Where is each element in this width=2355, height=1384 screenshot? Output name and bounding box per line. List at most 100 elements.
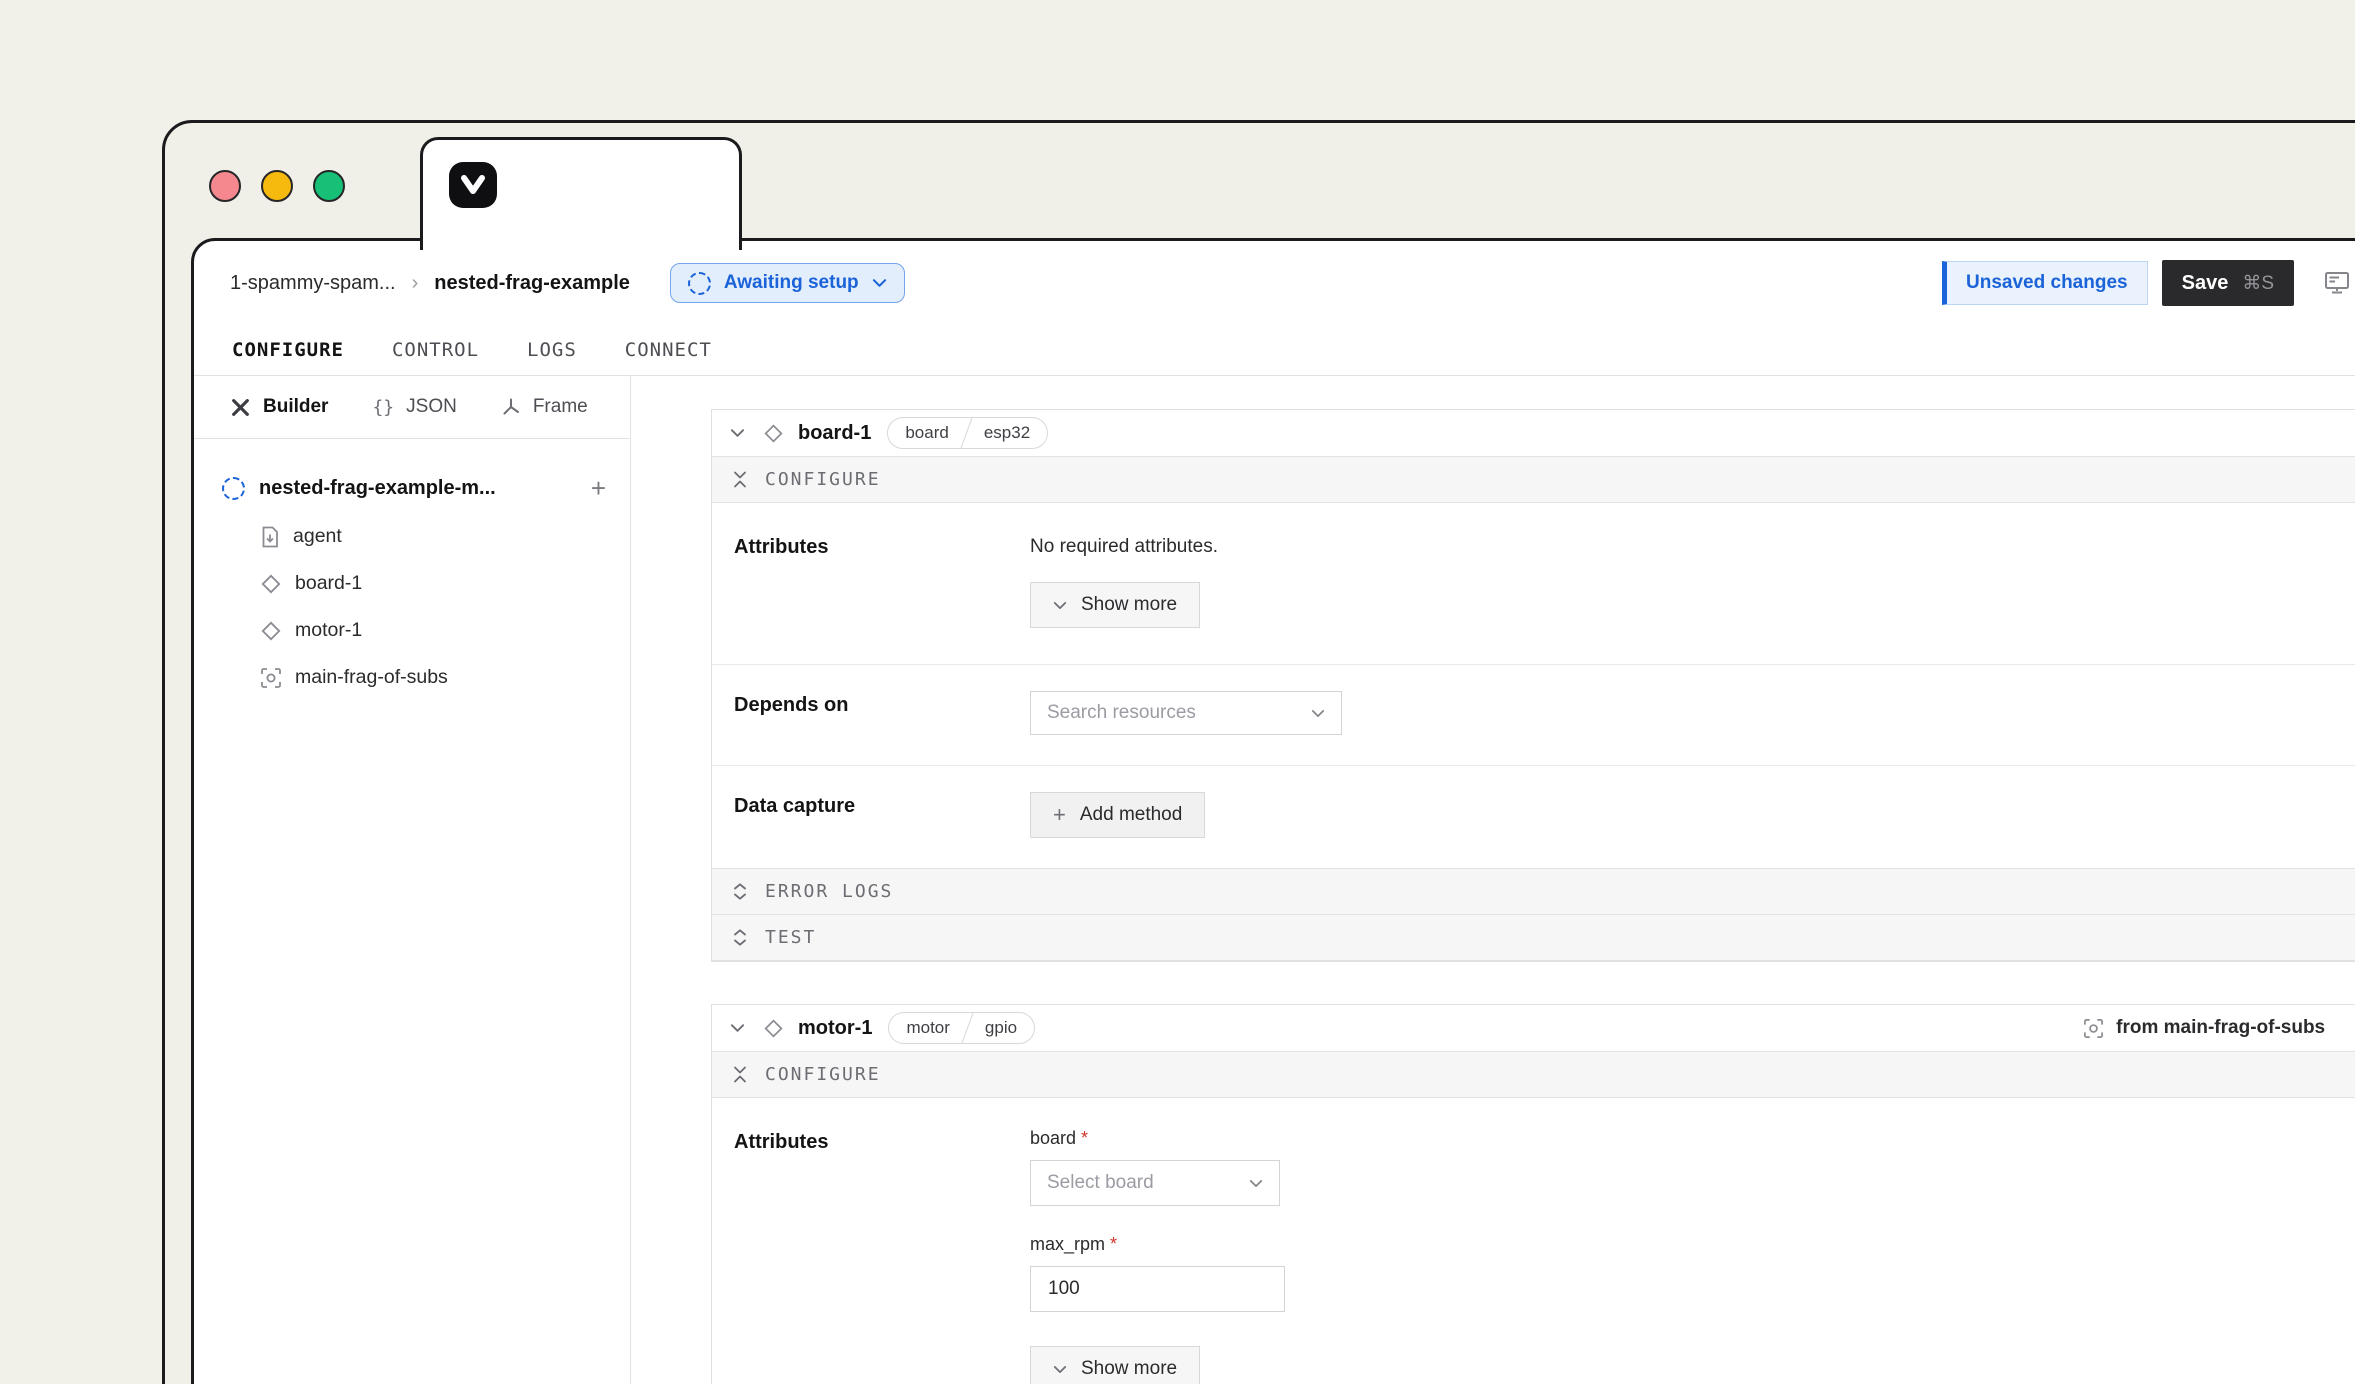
add-resource-button[interactable]: + [591, 475, 606, 501]
motor-1-card: motor-1 motor gpio [711, 1004, 2355, 1384]
test-label: TEST [765, 927, 816, 948]
diamond-icon [763, 1018, 784, 1039]
add-method-label: Add method [1080, 804, 1182, 826]
configure-section-bar[interactable]: CONFIGURE [712, 456, 2355, 503]
tree-machine-row[interactable]: nested-frag-example-m... + [222, 475, 606, 501]
max-rpm-field-group: max_rpm* [1030, 1234, 1285, 1312]
depends-on-placeholder: Search resources [1047, 702, 1196, 724]
fragment-icon [2083, 1018, 2104, 1039]
mode-builder[interactable]: Builder [230, 396, 328, 418]
tab-connect[interactable]: CONNECT [625, 339, 712, 361]
type-badge-label: motor [889, 1013, 966, 1043]
board-1-card-header: board-1 board esp32 {} ··· [712, 410, 2355, 456]
collapse-section-icon [733, 1066, 747, 1083]
attributes-label: Attributes [734, 1128, 1030, 1384]
frame-axes-icon [501, 397, 521, 417]
app-viewport: 1-spammy-spam... › nested-frag-example A… [191, 238, 2355, 1384]
agent-file-icon [260, 526, 280, 548]
tree-item-motor-1[interactable]: motor-1 [260, 619, 606, 642]
maximize-window-button[interactable] [313, 170, 345, 202]
fragment-source-label: from main-frag-of-subs [2116, 1017, 2325, 1039]
json-braces-icon: {} [372, 397, 394, 418]
add-method-button[interactable]: + Add method [1030, 792, 1205, 838]
diamond-icon [763, 423, 784, 444]
fragment-icon [260, 667, 282, 689]
config-panel: board-1 board esp32 {} ··· [631, 376, 2355, 1384]
attributes-content: board* Select board [1030, 1128, 1285, 1384]
show-more-label: Show more [1081, 594, 1177, 616]
browser-window: 1-spammy-spam... › nested-frag-example A… [162, 120, 2355, 1384]
attributes-row: Attributes No required attributes. Show … [712, 503, 2355, 664]
tab-logs[interactable]: LOGS [527, 339, 577, 361]
machine-spinner-icon [222, 477, 245, 500]
machine-terminal-icon[interactable] [2324, 271, 2350, 295]
sidebar-mode-switcher: Builder {} JSON Frame [194, 376, 630, 439]
board-1-card: board-1 board esp32 {} ··· [711, 409, 2355, 962]
tree-item-main-frag-of-subs[interactable]: main-frag-of-subs [260, 666, 606, 689]
attributes-content: No required attributes. Show more [1030, 533, 1218, 628]
configure-section-label: CONFIGURE [765, 469, 881, 490]
depends-on-select[interactable]: Search resources [1030, 691, 1342, 735]
board-field-group: board* Select board [1030, 1128, 1285, 1206]
plus-icon: + [1053, 802, 1066, 828]
data-capture-row: Data capture + Add method [712, 766, 2355, 868]
attributes-row: Attributes board* Select board [712, 1098, 2355, 1384]
select-board-dropdown[interactable]: Select board [1030, 1160, 1280, 1206]
save-button-label: Save [2182, 272, 2229, 295]
machine-status-badge[interactable]: Awaiting setup [670, 263, 905, 303]
depends-on-row: Depends on Search resources [712, 665, 2355, 765]
mode-frame-label: Frame [533, 396, 588, 418]
chevron-down-icon [1053, 601, 1067, 610]
max-rpm-input[interactable] [1030, 1266, 1285, 1312]
data-capture-label: Data capture [734, 792, 1030, 838]
collapse-section-icon [733, 471, 747, 488]
field-name: max_rpm [1030, 1234, 1105, 1254]
breadcrumb-parent[interactable]: 1-spammy-spam... [230, 272, 396, 295]
field-name: board [1030, 1128, 1076, 1148]
collapse-card-chevron-icon[interactable] [730, 428, 745, 438]
browser-tab[interactable] [420, 137, 742, 250]
diamond-icon [260, 573, 282, 595]
max-rpm-field-label: max_rpm* [1030, 1234, 1285, 1255]
show-more-button[interactable]: Show more [1030, 1346, 1200, 1384]
collapse-card-chevron-icon[interactable] [730, 1023, 745, 1033]
motor-1-card-header: motor-1 motor gpio [712, 1005, 2355, 1051]
resource-name: motor-1 [798, 1017, 872, 1040]
configure-section-label: CONFIGURE [765, 1064, 881, 1085]
test-section-bar[interactable]: TEST [712, 915, 2355, 961]
tab-configure[interactable]: CONFIGURE [232, 339, 344, 361]
no-required-attributes-text: No required attributes. [1030, 533, 1218, 558]
mode-frame[interactable]: Frame [501, 396, 588, 418]
tree-item-label: main-frag-of-subs [295, 666, 448, 689]
tab-control[interactable]: CONTROL [392, 339, 479, 361]
main-nav: CONFIGURE CONTROL LOGS CONNECT [194, 325, 2355, 376]
mode-json[interactable]: {} JSON [372, 396, 456, 418]
resource-type-badge: board esp32 [887, 417, 1048, 449]
unsaved-changes-badge: Unsaved changes [1942, 261, 2148, 305]
save-button[interactable]: Save ⌘S [2162, 260, 2294, 306]
tree-item-board-1[interactable]: board-1 [260, 572, 606, 595]
mode-builder-label: Builder [263, 396, 328, 418]
sidebar: Builder {} JSON Frame [194, 376, 631, 1384]
configure-section-bar[interactable]: CONFIGURE [712, 1051, 2355, 1098]
expand-section-icon [733, 929, 747, 946]
show-more-button[interactable]: Show more [1030, 582, 1200, 628]
type-badge-label: board [888, 418, 965, 448]
chevron-down-icon [1249, 1179, 1263, 1188]
select-board-placeholder: Select board [1047, 1172, 1154, 1194]
tree-item-agent[interactable]: agent [260, 525, 606, 548]
minimize-window-button[interactable] [261, 170, 293, 202]
status-badge-label: Awaiting setup [724, 272, 859, 294]
chevron-down-icon [1053, 1365, 1067, 1374]
breadcrumb-current: nested-frag-example [434, 272, 630, 295]
error-logs-section-bar[interactable]: ERROR LOGS [712, 868, 2355, 915]
diamond-icon [260, 620, 282, 642]
tree-item-label: agent [293, 525, 342, 548]
tree-item-label: motor-1 [295, 619, 362, 642]
error-logs-label: ERROR LOGS [765, 881, 893, 902]
close-window-button[interactable] [209, 170, 241, 202]
show-more-label: Show more [1081, 1358, 1177, 1380]
model-badge-label: esp32 [967, 418, 1047, 448]
resource-type-badge: motor gpio [888, 1012, 1035, 1044]
fragment-source-ref: from main-frag-of-subs [2083, 1017, 2325, 1039]
